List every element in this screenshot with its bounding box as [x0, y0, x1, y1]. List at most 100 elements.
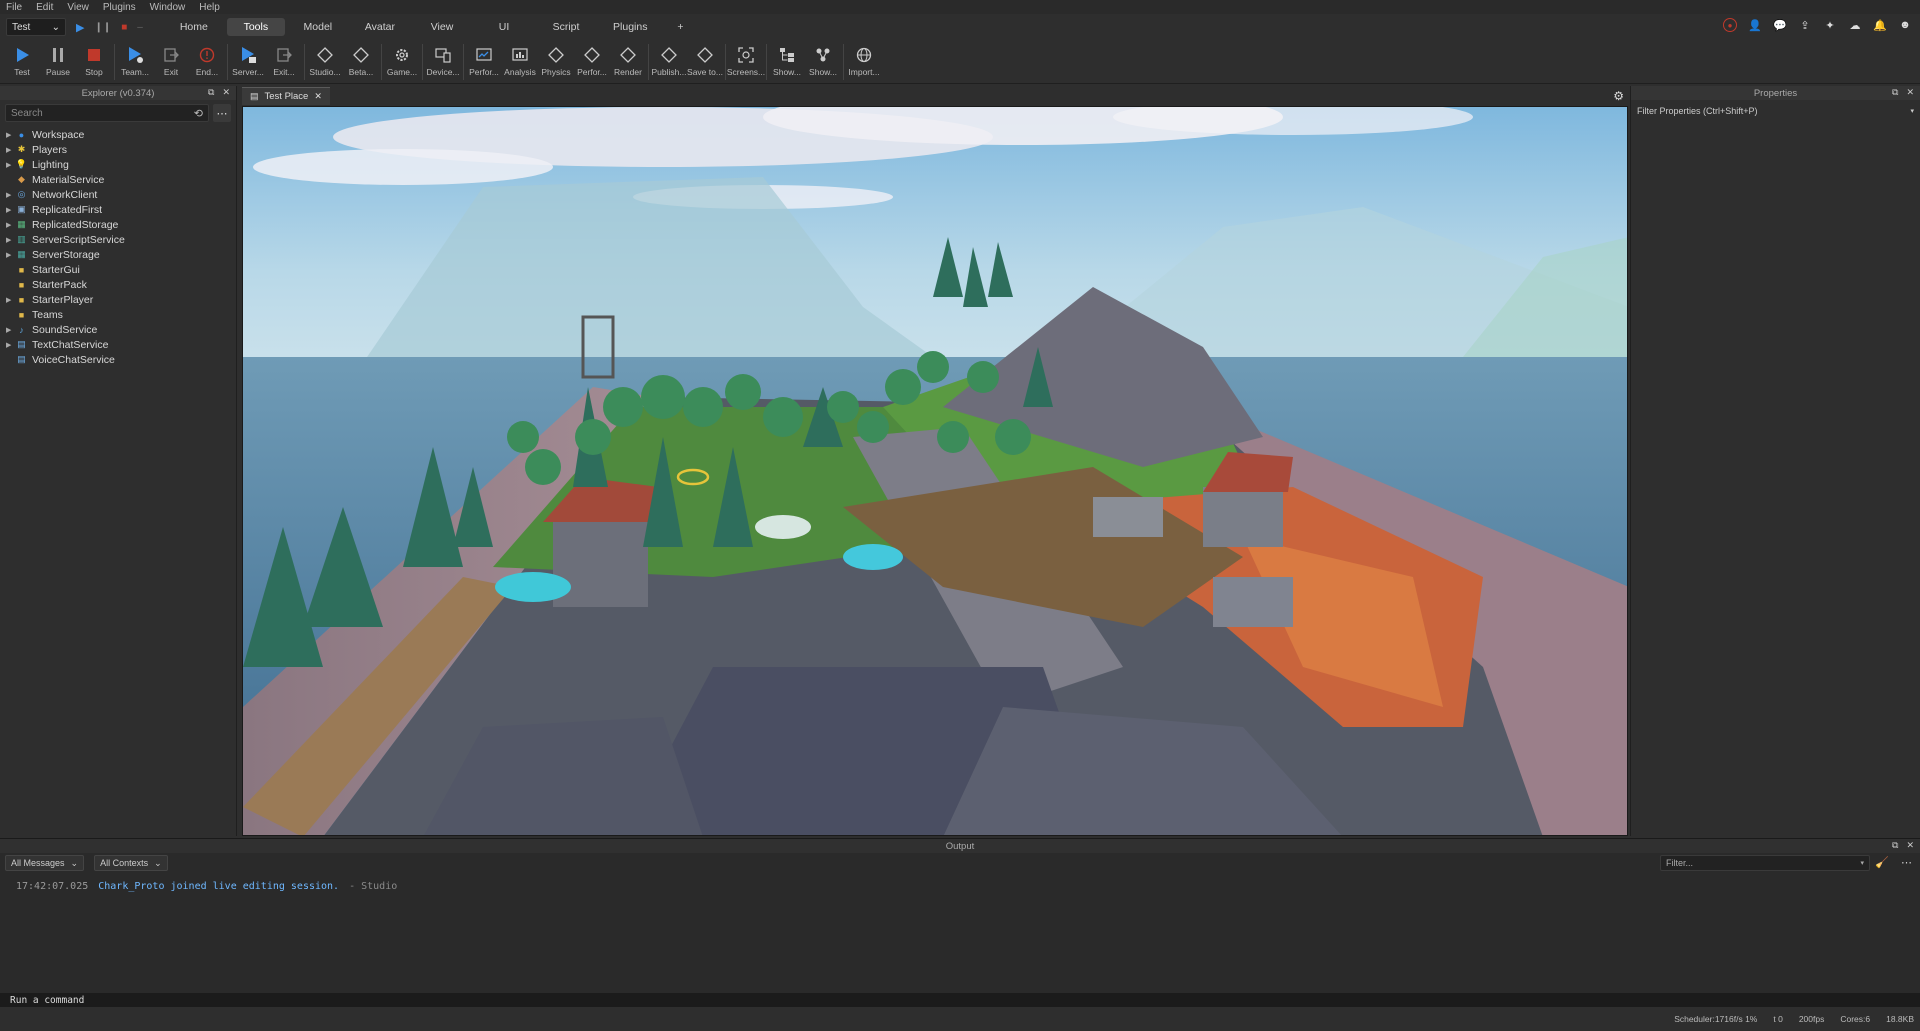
add-user-icon[interactable]: 👤: [1748, 18, 1762, 32]
tab-view[interactable]: View: [413, 18, 471, 36]
performance-stats-button[interactable]: Perfor...: [466, 40, 502, 84]
assistant-icon[interactable]: ✦: [1823, 18, 1837, 32]
expand-arrow-icon[interactable]: ▶: [6, 221, 15, 229]
comment-icon[interactable]: 💬: [1773, 18, 1787, 32]
tree-item-networkclient[interactable]: ▶ ◎ NetworkClient: [0, 187, 236, 202]
expand-arrow-icon[interactable]: ▶: [6, 191, 15, 199]
expand-arrow-icon[interactable]: ▶: [6, 341, 15, 349]
tree-item-workspace[interactable]: ▶ ● Workspace: [0, 127, 236, 142]
tab-tools[interactable]: Tools: [226, 18, 285, 36]
add-tab-button[interactable]: +: [665, 18, 695, 36]
more-options-icon[interactable]: ⋯: [213, 104, 231, 122]
tab-script[interactable]: Script: [537, 18, 595, 36]
close-tab-icon[interactable]: ✕: [314, 91, 322, 102]
studio-settings-button[interactable]: Studio...: [307, 40, 343, 84]
menu-file[interactable]: File: [6, 2, 22, 13]
tree-item-replicatedfirst[interactable]: ▶ ▣ ReplicatedFirst: [0, 202, 236, 217]
more-options-icon[interactable]: ⋯: [1901, 856, 1912, 869]
performance-button[interactable]: Perfor...: [574, 40, 610, 84]
publish-button[interactable]: Publish...: [651, 40, 687, 84]
close-icon[interactable]: ✕: [1906, 840, 1914, 851]
exit-game-button[interactable]: Exit: [153, 40, 189, 84]
diamond-icon: [619, 46, 637, 64]
tree-item-materialservice[interactable]: ◆ MaterialService: [0, 172, 236, 187]
close-icon[interactable]: ✕: [222, 87, 230, 98]
pause-button[interactable]: Pause: [40, 40, 76, 84]
tree-item-players[interactable]: ▶ ✱ Players: [0, 142, 236, 157]
tree-item-starterplayer[interactable]: ▶ ■ StarterPlayer: [0, 292, 236, 307]
tab-avatar[interactable]: Avatar: [351, 18, 409, 36]
menu-plugins[interactable]: Plugins: [103, 2, 136, 13]
menu-edit[interactable]: Edit: [36, 2, 53, 13]
tree-item-startergui[interactable]: ■ StarterGui: [0, 262, 236, 277]
3d-viewport[interactable]: [242, 106, 1628, 836]
tree-item-serverscriptservice[interactable]: ▶ ▥ ServerScriptService: [0, 232, 236, 247]
tree-item-replicatedstorage[interactable]: ▶ ▦ ReplicatedStorage: [0, 217, 236, 232]
play-icon[interactable]: ▶: [76, 21, 84, 34]
expand-arrow-icon[interactable]: ▶: [6, 251, 15, 259]
clear-output-broom-icon[interactable]: 🧹: [1875, 856, 1889, 869]
menu-view[interactable]: View: [67, 2, 89, 13]
tab-model[interactable]: Model: [289, 18, 347, 36]
tree-item-voicechatservice[interactable]: ▤ VoiceChatService: [0, 352, 236, 367]
end-button[interactable]: End...: [189, 40, 225, 84]
screenshot-button[interactable]: Screens...: [727, 40, 765, 84]
avatar-icon[interactable]: ☻: [1898, 18, 1912, 32]
tree-item-starterpack[interactable]: ■ StarterPack: [0, 277, 236, 292]
show-network-button[interactable]: Show...: [805, 40, 841, 84]
render-button[interactable]: Render: [610, 40, 646, 84]
tree-item-label: StarterGui: [32, 263, 80, 276]
tree-item-textchatservice[interactable]: ▶ ▤ TextChatService: [0, 337, 236, 352]
cloud-icon[interactable]: ☁: [1848, 18, 1862, 32]
import-button[interactable]: Import...: [846, 40, 882, 84]
chevron-down-icon[interactable]: ▾: [1910, 107, 1914, 115]
undock-icon[interactable]: ⧉: [1892, 87, 1898, 98]
analysis-button[interactable]: Analysis: [502, 40, 538, 84]
expand-arrow-icon[interactable]: ▶: [6, 131, 15, 139]
expand-arrow-icon[interactable]: ▶: [6, 161, 15, 169]
test-button[interactable]: Test: [4, 40, 40, 84]
exit-server-button[interactable]: Exit...: [266, 40, 302, 84]
explorer-search-input[interactable]: Search ⟲: [5, 104, 209, 122]
menu-help[interactable]: Help: [199, 2, 220, 13]
notification-bell-icon[interactable]: 🔔: [1873, 18, 1887, 32]
share-icon[interactable]: ⇪: [1798, 18, 1812, 32]
expand-arrow-icon[interactable]: ▶: [6, 326, 15, 334]
tree-item-serverstorage[interactable]: ▶ ▦ ServerStorage: [0, 247, 236, 262]
beta-features-button[interactable]: Beta...: [343, 40, 379, 84]
team-test-button[interactable]: Team...: [117, 40, 153, 84]
tab-home[interactable]: Home: [165, 18, 223, 36]
tab-test-place[interactable]: ▤ Test Place ✕: [242, 87, 330, 105]
expand-arrow-icon[interactable]: ▶: [6, 236, 15, 244]
tab-ui[interactable]: UI: [475, 18, 533, 36]
record-icon[interactable]: ●: [1723, 18, 1737, 32]
undock-icon[interactable]: ⧉: [1892, 840, 1898, 851]
stop-small-icon[interactable]: ■: [121, 22, 127, 33]
messages-filter-dropdown[interactable]: All Messages ⌄: [5, 855, 85, 871]
tree-item-soundservice[interactable]: ▶ ♪ SoundService: [0, 322, 236, 337]
show-hierarchy-button[interactable]: Show...: [769, 40, 805, 84]
expand-arrow-icon[interactable]: ▶: [6, 296, 15, 304]
contexts-filter-dropdown[interactable]: All Contexts ⌄: [94, 855, 168, 871]
expand-arrow-icon[interactable]: ▶: [6, 146, 15, 154]
history-icon[interactable]: ⟲: [194, 107, 203, 120]
mode-select[interactable]: Test ⌄: [6, 18, 66, 36]
tab-plugins[interactable]: Plugins: [599, 18, 661, 36]
physics-button[interactable]: Physics: [538, 40, 574, 84]
game-settings-button[interactable]: Game...: [384, 40, 420, 84]
tree-item-teams[interactable]: ■ Teams: [0, 307, 236, 322]
device-button[interactable]: Device...: [425, 40, 461, 84]
pause-small-icon[interactable]: ❙❙: [94, 22, 111, 33]
undock-icon[interactable]: ⧉: [208, 87, 214, 98]
server-button[interactable]: Server...: [230, 40, 266, 84]
tree-item-lighting[interactable]: ▶ 💡 Lighting: [0, 157, 236, 172]
menu-window[interactable]: Window: [150, 2, 186, 13]
close-icon[interactable]: ✕: [1906, 87, 1914, 98]
save-to-button[interactable]: Save to...: [687, 40, 723, 84]
viewport-settings-gear-icon[interactable]: ⚙: [1613, 89, 1624, 103]
stop-button[interactable]: Stop: [76, 40, 112, 84]
filter-properties-input[interactable]: Filter Properties (Ctrl+Shift+P) ▾: [1631, 103, 1920, 119]
command-bar[interactable]: Run a command: [0, 993, 1920, 1007]
expand-arrow-icon[interactable]: ▶: [6, 206, 15, 214]
output-filter-input[interactable]: Filter... ▾: [1660, 855, 1870, 871]
